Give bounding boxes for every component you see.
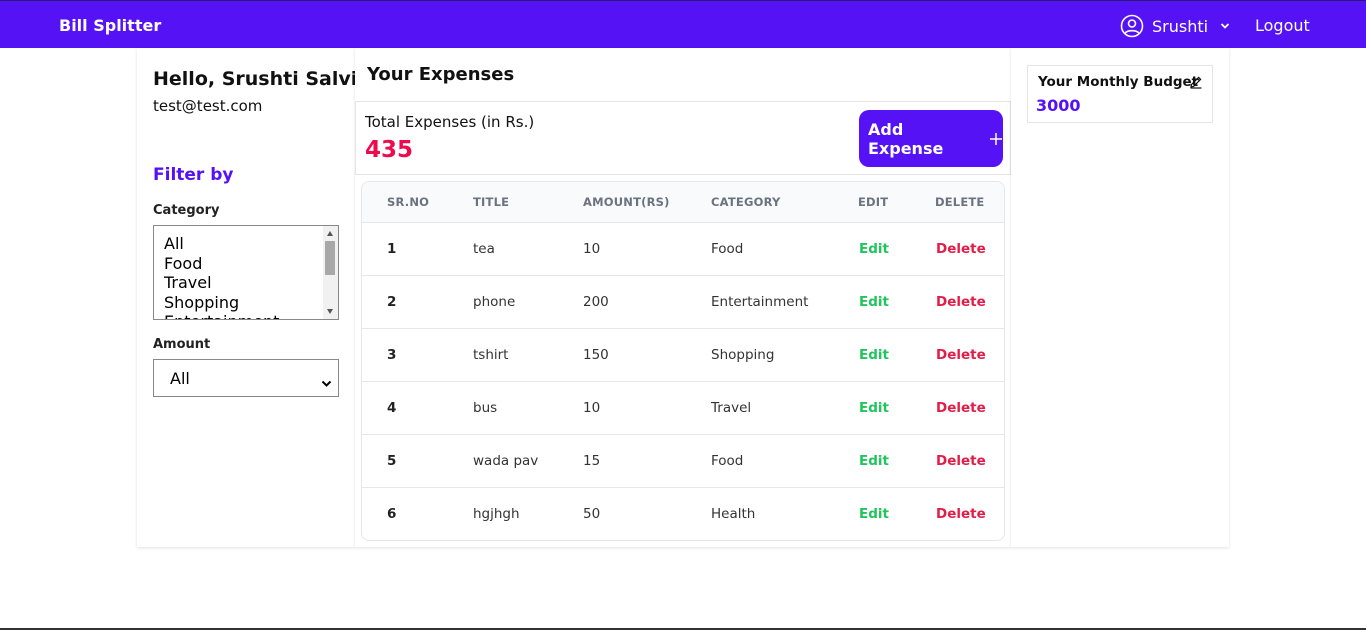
expenses-table: SR.NO TITLE AMOUNT(RS) CATEGORY EDIT DEL… <box>361 181 1005 541</box>
column-header-title: TITLE <box>473 195 510 209</box>
edit-link[interactable]: Edit <box>859 400 889 416</box>
total-expenses-label: Total Expenses (in Rs.) <box>365 113 535 131</box>
cell-title: phone <box>473 294 516 310</box>
user-menu[interactable]: Srushti <box>1120 13 1230 39</box>
category-option-shopping[interactable]: Shopping <box>154 293 279 313</box>
pencil-icon[interactable] <box>1189 74 1203 93</box>
cell-amount: 200 <box>583 294 609 310</box>
delete-link[interactable]: Delete <box>936 347 986 363</box>
column-header-srno: SR.NO <box>387 195 430 209</box>
cell-title: hgjhgh <box>473 506 520 522</box>
cell-amount: 50 <box>583 506 601 522</box>
category-listbox[interactable]: All Food Travel Shopping Entertainment <box>153 225 339 320</box>
cell-category: Travel <box>711 400 752 416</box>
amount-label: Amount <box>153 337 211 352</box>
monthly-budget-value: 3000 <box>1036 96 1081 115</box>
table-row: 6 hgjhgh 50 Health Edit Delete <box>362 488 1004 540</box>
cell-srno: 1 <box>387 241 397 257</box>
delete-link[interactable]: Delete <box>936 400 986 416</box>
cell-category: Entertainment <box>711 294 809 310</box>
cell-category: Food <box>711 453 744 469</box>
delete-link[interactable]: Delete <box>936 294 986 310</box>
expenses-panel: Your Expenses Total Expenses (in Rs.) 43… <box>355 48 1011 547</box>
category-option-travel[interactable]: Travel <box>154 273 279 293</box>
total-expenses-value: 435 <box>365 137 414 163</box>
edit-link[interactable]: Edit <box>859 453 889 469</box>
table-row: 5 wada pav 15 Food Edit Delete <box>362 435 1004 488</box>
total-expenses-box: Total Expenses (in Rs.) 435 Add Expense <box>355 101 1011 175</box>
delete-link[interactable]: Delete <box>936 453 986 469</box>
cell-amount: 10 <box>583 241 601 257</box>
chevron-down-icon <box>1220 22 1230 30</box>
table-row: 1 tea 10 Food Edit Delete <box>362 223 1004 276</box>
logout-link[interactable]: Logout <box>1255 16 1310 35</box>
scroll-up-arrow-icon[interactable] <box>327 231 333 236</box>
delete-link[interactable]: Delete <box>936 506 986 522</box>
amount-selected-value: All <box>170 368 190 388</box>
budget-panel: Your Monthly Budget 3000 <box>1011 48 1229 547</box>
cell-category: Health <box>711 506 756 522</box>
table-header: SR.NO TITLE AMOUNT(RS) CATEGORY EDIT DEL… <box>362 182 1004 223</box>
table-row: 2 phone 200 Entertainment Edit Delete <box>362 276 1004 329</box>
cell-srno: 5 <box>387 453 397 469</box>
cell-amount: 10 <box>583 400 601 416</box>
cell-title: tea <box>473 241 495 257</box>
cell-srno: 6 <box>387 506 397 522</box>
cell-amount: 150 <box>583 347 609 363</box>
edit-link[interactable]: Edit <box>859 506 889 522</box>
cell-amount: 15 <box>583 453 601 469</box>
cell-title: wada pav <box>473 453 539 469</box>
scrollbar-thumb[interactable] <box>325 241 335 275</box>
listbox-scrollbar[interactable] <box>323 226 338 319</box>
category-label: Category <box>153 203 220 218</box>
greeting: Hello, Srushti Salvi <box>153 68 358 90</box>
monthly-budget-label: Your Monthly Budget <box>1038 74 1199 90</box>
column-header-category: CATEGORY <box>711 195 781 209</box>
user-email: test@test.com <box>153 97 263 115</box>
cell-title: tshirt <box>473 347 509 363</box>
edit-link[interactable]: Edit <box>859 347 889 363</box>
table-row: 4 bus 10 Travel Edit Delete <box>362 382 1004 435</box>
table-row: 3 tshirt 150 Shopping Edit Delete <box>362 329 1004 382</box>
navbar: Bill Splitter Srushti Logout <box>0 0 1366 48</box>
cell-srno: 4 <box>387 400 397 416</box>
column-header-edit: EDIT <box>858 195 889 209</box>
column-header-amount: AMOUNT(RS) <box>583 195 670 209</box>
monthly-budget-box: Your Monthly Budget 3000 <box>1027 65 1213 123</box>
expenses-title: Your Expenses <box>367 64 515 85</box>
profile-filter-panel: Hello, Srushti Salvi test@test.com Filte… <box>137 48 358 547</box>
user-name: Srushti <box>1152 16 1209 36</box>
amount-select[interactable]: All <box>153 359 339 397</box>
delete-link[interactable]: Delete <box>936 241 986 257</box>
category-option-food[interactable]: Food <box>154 254 279 274</box>
add-expense-button[interactable]: Add Expense <box>859 110 1003 167</box>
cell-srno: 2 <box>387 294 397 310</box>
cell-srno: 3 <box>387 347 397 363</box>
scroll-down-arrow-icon[interactable] <box>327 309 333 314</box>
user-circle-icon <box>1120 14 1144 38</box>
filter-title: Filter by <box>153 165 234 185</box>
brand-title[interactable]: Bill Splitter <box>59 16 161 35</box>
category-option-all[interactable]: All <box>154 234 279 254</box>
cell-category: Food <box>711 241 744 257</box>
category-option-entertainment[interactable]: Entertainment <box>154 312 279 319</box>
column-header-delete: DELETE <box>935 195 985 209</box>
cell-title: bus <box>473 400 498 416</box>
add-expense-label: Add Expense <box>868 119 944 158</box>
edit-link[interactable]: Edit <box>859 294 889 310</box>
plus-icon <box>989 129 1003 149</box>
edit-link[interactable]: Edit <box>859 241 889 257</box>
chevron-down-icon <box>321 373 332 392</box>
cell-category: Shopping <box>711 347 775 363</box>
